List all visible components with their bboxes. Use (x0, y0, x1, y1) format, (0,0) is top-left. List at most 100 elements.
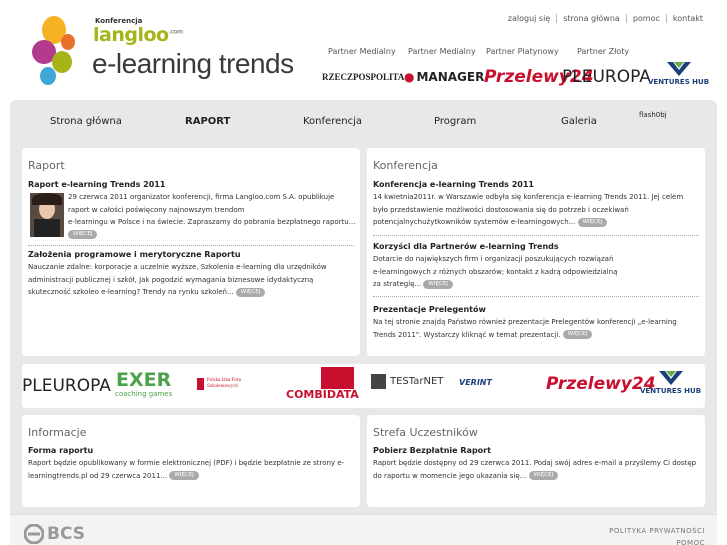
strefa-title: Strefa Uczestników (373, 426, 478, 439)
konferencja-panel: Konferencja Konferencja e-learning Trend… (367, 148, 705, 356)
konferencja-article-2-title[interactable]: Korzyści dla Partnerów e-learning Trends (373, 242, 559, 251)
pifs-logo[interactable]: Polska Izba Firm Szkoleniowych (197, 378, 271, 390)
more-button[interactable]: WIĘCEJ (528, 471, 559, 480)
bcs-logo-text: BCS (47, 524, 85, 544)
raport-a2-line-2: administracji publicznej i szkół, Jak po… (28, 275, 314, 284)
ventures-hub-text: VENTURES HUB (648, 78, 710, 86)
more-button[interactable]: WIĘCEJ (169, 471, 199, 480)
konf-a3-line-1: Na tej stronie znajdą Państwo również pr… (373, 318, 677, 326)
more-button[interactable]: WIĘCEJ (68, 230, 98, 239)
flash-placeholder: flash0bj (639, 111, 667, 119)
langloo-logo[interactable]: langloo.com (93, 24, 183, 46)
verint-logo[interactable]: VERINT (459, 378, 492, 387)
rzeczpospolita-logo[interactable]: RZECZPOSPOLITA (322, 66, 404, 88)
konf-a1-line-1: 14 kwietnia2011r. w Warszawie odbyła się… (373, 193, 684, 201)
raport-a2-line-1: Nauczanie zdalne: korporacje a uczelnie … (28, 263, 327, 271)
pleuropa-logo[interactable]: PLEUROPA (22, 376, 111, 396)
nav-konferencja[interactable]: Konferencja (303, 116, 362, 127)
pifs-logo-text: Polska Izba Firm Szkoleniowych (207, 378, 242, 389)
strefa-line-1: Raport będzie dostępny od 29 czerwca 201… (373, 459, 697, 467)
nav-galeria[interactable]: Galeria (561, 116, 597, 127)
raport-article-2-title[interactable]: Założenia programowe i merytoryczne Rapo… (28, 250, 241, 259)
strefa-line-2: do raportu w momencie jego ukazania się.… (373, 471, 527, 480)
bcs-icon (24, 524, 44, 544)
privacy-policy-link[interactable]: POLITYKA PRYWATNOŚCI (609, 525, 705, 537)
informacje-article-text: Raport będzie opublikowany w formie elek… (28, 457, 344, 482)
langloo-com: .com (168, 28, 184, 36)
raport-panel: Raport Raport e-learning Trends 2011 29 … (22, 148, 360, 356)
flower-logo-icon[interactable] (30, 10, 92, 90)
informacje-article-title[interactable]: Forma raportu (28, 446, 93, 455)
manager-logo[interactable]: ● MANAGER (404, 66, 484, 88)
help-link[interactable]: pomoc (625, 14, 666, 23)
login-link[interactable]: zaloguj się (502, 14, 556, 23)
info-line-2: learningtrends.pl od 29 czerwca 2011... (28, 471, 168, 480)
footer-help-link[interactable]: POMOC (609, 537, 705, 545)
exer-logo[interactable]: EXER coaching games (115, 370, 172, 398)
ventures-hub-icon (658, 371, 683, 385)
konferencja-article-3-text: Na tej stronie znajdą Państwo również pr… (373, 316, 677, 341)
raport-article-1-title[interactable]: Raport e-learning Trends 2011 (28, 180, 165, 189)
pleuropa-partner-logo[interactable]: PLEUROPA (562, 66, 651, 88)
raport-a1-line-3: e-learningu w Polsce i na świecie. Zapra… (68, 218, 356, 226)
konferencja-article-3-title[interactable]: Prezentacje Prelegentów (373, 305, 486, 314)
konferencja-article-1-title[interactable]: Konferencja e-learning Trends 2011 (373, 180, 534, 189)
strefa-uczestnikow-panel: Strefa Uczestników Pobierz Bezpłatnie Ra… (367, 415, 705, 507)
exer-logo-text: EXER (116, 369, 172, 391)
ventures-hub-icon (666, 62, 691, 76)
author-photo (30, 193, 64, 237)
partner-label-4: Partner Złoty (577, 47, 630, 56)
nav-raport[interactable]: RAPORT (185, 116, 230, 127)
bcs-logo[interactable]: BCS (24, 524, 85, 544)
more-button[interactable]: WIĘCEJ (423, 279, 453, 289)
strefa-article-title[interactable]: Pobierz Bezpłatnie Raport (373, 446, 491, 455)
more-button[interactable]: WIĘCEJ (577, 217, 608, 227)
footer-links: POLITYKA PRYWATNOŚCI POMOC (609, 525, 705, 545)
testarnet-logo-text: TESTarNET (390, 376, 444, 387)
sponsor-logo-strip: PLEUROPA EXER coaching games Polska Izba… (22, 364, 705, 408)
pifs-flag-icon (197, 378, 204, 390)
nav-program[interactable]: Program (434, 116, 476, 127)
divider (28, 245, 354, 246)
footer: BCS POLITYKA PRYWATNOŚCI POMOC (10, 514, 717, 545)
konferencja-article-1-text: 14 kwietnia2011r. w Warszawie odbyła się… (373, 191, 683, 229)
combidata-logo[interactable]: COMBIDATA (285, 367, 359, 405)
contact-link[interactable]: kontakt (665, 14, 709, 23)
more-button[interactable]: WIĘCEJ (235, 287, 266, 297)
konf-a2-line-2: e-learningowych z różnych obszarów; kont… (373, 267, 618, 276)
divider (373, 296, 699, 297)
exer-logo-sub: coaching games (115, 390, 173, 398)
combidata-logo-text: COMBIDATA (286, 388, 359, 401)
partner-label-3: Partner Platynowy (486, 47, 559, 56)
konferencja-article-2-text: Dotarcie do największych firm i organiza… (373, 253, 617, 291)
main-nav: Strona główna RAPORT Konferencja Program… (12, 106, 715, 140)
partner-label-2: Partner Medialny (408, 47, 476, 56)
konf-a1-line-3: potencjalnychużytkowników systemów e-lea… (373, 218, 576, 226)
raport-a1-line-1: 29 czerwca 2011 organizator konferencji,… (68, 193, 335, 201)
ventures-hub-logo[interactable]: VENTURES HUB (640, 369, 701, 395)
raport-a2-line-3: skuteczność szkoleo e-learning? Trendy n… (28, 288, 234, 296)
konf-a2-line-1: Dotarcie do największych firm i organiza… (373, 255, 614, 263)
testarnet-icon (371, 374, 386, 389)
konferencja-title: Konferencja (373, 159, 438, 172)
nav-home[interactable]: Strona główna (50, 116, 122, 127)
raport-title: Raport (28, 159, 65, 172)
strefa-article-text: Raport będzie dostępny od 29 czerwca 201… (373, 457, 696, 482)
raport-a1-line-2: raport w całości poświęcony najnowszym t… (68, 205, 245, 214)
testarnet-logo[interactable]: TESTarNET (371, 374, 443, 389)
info-line-1: Raport będzie opublikowany w formie elek… (28, 459, 345, 467)
informacje-panel: Informacje Forma raportu Raport będzie o… (22, 415, 360, 507)
divider (373, 235, 699, 236)
home-link[interactable]: strona główna (556, 14, 626, 23)
raport-article-1-text: 29 czerwca 2011 organizator konferencji,… (68, 191, 355, 241)
konf-a2-line-3: za strategię... (373, 280, 422, 288)
top-links: zaloguj się strona główna pomoc kontakt (502, 14, 709, 23)
konf-a1-line-2: było przedstawienie możliwości dostosowa… (373, 205, 629, 214)
partner-label-1: Partner Medialny (328, 47, 396, 56)
brand-title[interactable]: e-learning trends (92, 48, 294, 80)
informacje-title: Informacje (28, 426, 87, 439)
raport-article-2-text: Nauczanie zdalne: korporacje a uczelnie … (28, 261, 327, 299)
more-button[interactable]: WIĘCEJ (562, 330, 593, 339)
ventures-hub-partner-logo[interactable]: VENTURES HUB (648, 60, 709, 90)
manager-logo-text: MANAGER (416, 70, 485, 84)
